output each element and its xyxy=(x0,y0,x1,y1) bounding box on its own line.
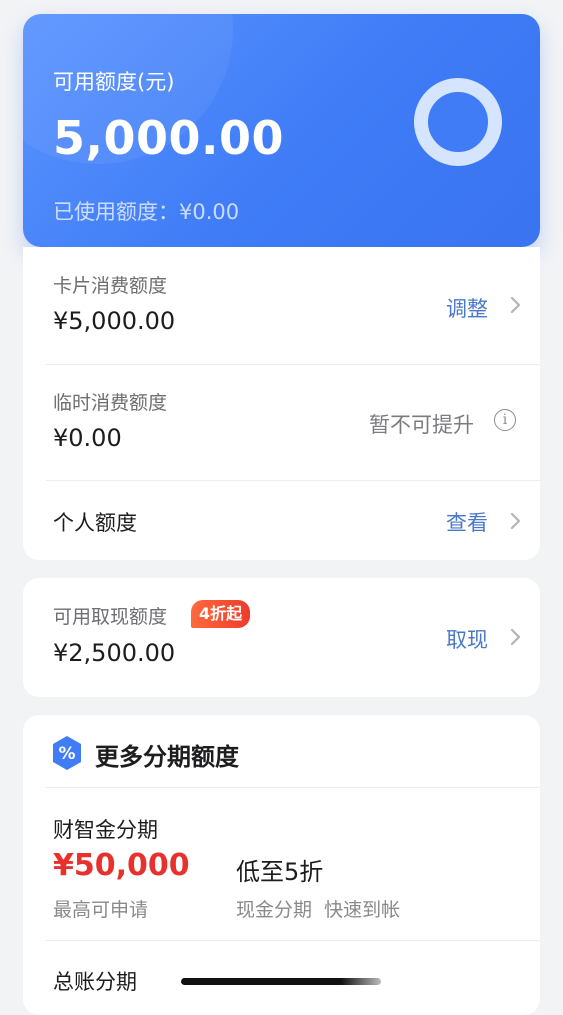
max-amount: ¥50,000 xyxy=(53,848,190,883)
feature-tags: 现金分期 快速到帐 xyxy=(236,899,401,921)
available-credit-amount: 5,000.00 xyxy=(53,111,284,165)
info-icon[interactable]: i xyxy=(494,409,516,431)
used-credit-text: 已使用额度：¥0.00 xyxy=(53,200,240,224)
temp-limit-label: 临时消费额度 xyxy=(53,392,168,414)
card-limit-label: 卡片消费额度 xyxy=(53,275,168,297)
card-limit-value: ¥5,000.00 xyxy=(53,307,176,335)
view-button[interactable]: 查看 xyxy=(446,507,488,537)
product-name: 财智金分期 xyxy=(53,818,158,842)
withdraw-button[interactable]: 取现 xyxy=(446,624,488,654)
personal-limit-label: 个人额度 xyxy=(53,511,137,535)
divider xyxy=(46,940,540,941)
temp-limit-status: 暂不可提升 xyxy=(369,413,474,437)
bill-installment-item[interactable]: 总账分期 xyxy=(53,966,137,996)
limits-card: 卡片消费额度 ¥5,000.00 调整 临时消费额度 ¥0.00 暂不可提升 i… xyxy=(23,247,540,560)
cash-limit-value: ¥2,500.00 xyxy=(53,639,176,667)
temp-limit-value: ¥0.00 xyxy=(53,424,122,452)
home-indicator[interactable] xyxy=(181,978,381,985)
max-amount-note: 最高可申请 xyxy=(53,899,149,921)
rate-text: 低至5折 xyxy=(236,858,324,886)
credit-summary-card: 可用额度(元) 5,000.00 已使用额度：¥0.00 xyxy=(23,14,540,247)
section-title: 更多分期额度 xyxy=(95,743,239,771)
chevron-right-icon xyxy=(510,296,521,314)
cash-limit-label: 可用取现额度 xyxy=(53,606,168,628)
cash-limit-card[interactable]: 可用取现额度 4折起 ¥2,500.00 取现 xyxy=(23,578,540,697)
divider xyxy=(46,787,540,788)
chevron-right-icon xyxy=(510,628,521,646)
installment-card: % 更多分期额度 财智金分期 ¥50,000 低至5折 最高可申请 现金分期 快… xyxy=(23,715,540,1015)
discount-badge: 4折起 xyxy=(191,600,251,628)
divider xyxy=(46,364,540,365)
chevron-right-icon xyxy=(510,512,521,530)
available-credit-label: 可用额度(元) xyxy=(53,70,175,94)
percent-glyph: % xyxy=(58,744,75,764)
divider xyxy=(46,480,540,481)
adjust-button[interactable]: 调整 xyxy=(446,293,488,323)
credit-ring-icon xyxy=(414,78,502,166)
percent-icon: % xyxy=(53,736,81,770)
